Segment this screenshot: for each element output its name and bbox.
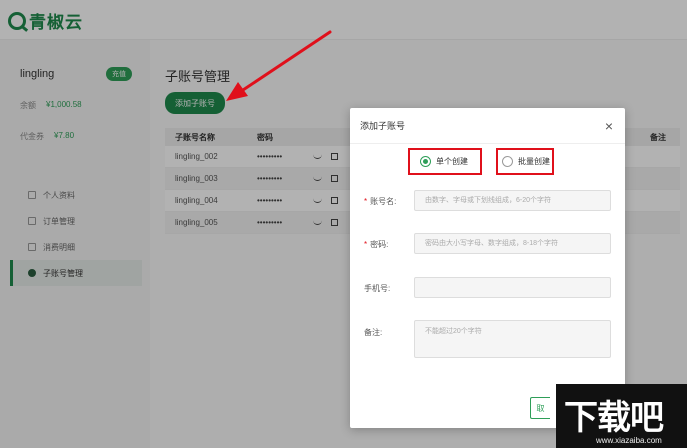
page: 青椒云 lingling 充值 余额 ¥1,000.58 代金券 ¥7.80 个… — [0, 0, 687, 448]
password-label-text: 密码: — [370, 240, 389, 249]
required-mark: * — [364, 197, 368, 206]
watermark-url: www.xiazaiba.com — [596, 436, 662, 445]
radio-unselected-icon[interactable] — [502, 156, 513, 167]
phone-input[interactable] — [414, 277, 611, 298]
radio-selected-icon[interactable] — [420, 156, 431, 167]
account-name-input[interactable] — [414, 190, 611, 211]
single-create-label: 单个创建 — [436, 157, 468, 166]
add-sub-account-dialog: 添加子账号 × 单个创建 批量创建 *账号名: *密码: 手机号: 备注: 取 — [350, 108, 625, 428]
note-label-text: 备注: — [364, 328, 383, 337]
phone-label-text: 手机号: — [364, 284, 391, 293]
dialog-header: 添加子账号 × — [350, 108, 625, 144]
password-input[interactable] — [414, 233, 611, 254]
batch-create-label: 批量创建 — [518, 157, 550, 166]
batch-create-option[interactable]: 批量创建 — [496, 148, 554, 175]
single-create-option[interactable]: 单个创建 — [408, 148, 482, 175]
close-icon[interactable]: × — [605, 118, 613, 134]
dialog-title: 添加子账号 — [360, 121, 406, 131]
phone-label: 手机号: — [364, 283, 390, 294]
account-label: * 账号名: — [364, 196, 396, 207]
required-mark: * — [364, 240, 368, 249]
cancel-button[interactable]: 取 — [530, 397, 550, 419]
password-label: * 密码: — [364, 239, 388, 250]
note-textarea[interactable] — [414, 320, 611, 358]
account-label-text: 账号名: — [370, 197, 397, 206]
note-label: 备注: — [364, 327, 382, 338]
watermark-title: 下载吧 — [564, 398, 664, 438]
watermark: 下载吧 www.xiazaiba.com — [556, 384, 687, 448]
